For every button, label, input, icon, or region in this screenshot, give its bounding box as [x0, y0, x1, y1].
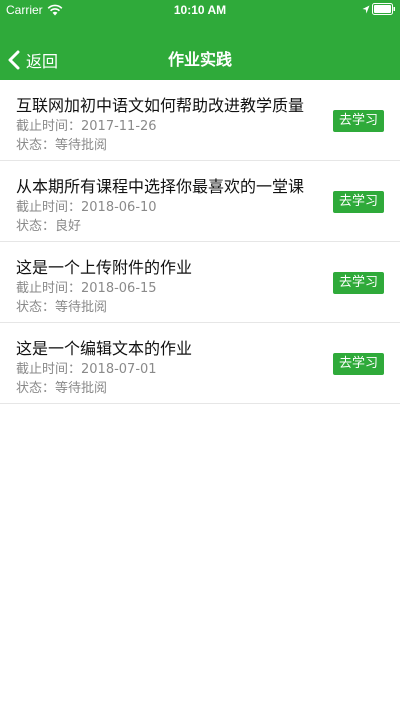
- go-study-button[interactable]: 去学习: [333, 272, 384, 294]
- homework-title: 这是一个上传附件的作业: [16, 258, 193, 277]
- battery-icon: [372, 3, 396, 18]
- go-study-button[interactable]: 去学习: [333, 110, 384, 132]
- homework-status: 状态：等待批阅: [16, 138, 108, 153]
- list-item: 从本期所有课程中选择你最喜欢的一堂课 截止时间：2018-06-10 状态：良好…: [0, 161, 400, 242]
- homework-deadline: 截止时间：2018-06-10: [16, 200, 157, 215]
- chevron-left-icon: [8, 50, 20, 70]
- homework-status: 状态：等待批阅: [16, 381, 108, 396]
- homework-title: 这是一个编辑文本的作业: [16, 339, 193, 358]
- homework-title: 从本期所有课程中选择你最喜欢的一堂课: [16, 177, 305, 196]
- app-header: Carrier 10:10 AM 返回 作业实践: [0, 0, 400, 80]
- homework-list: 互联网加初中语文如何帮助改进教学质量 截止时间：2017-11-26 状态：等待…: [0, 80, 400, 404]
- homework-deadline: 截止时间：2018-07-01: [16, 362, 157, 377]
- homework-title: 互联网加初中语文如何帮助改进教学质量: [16, 96, 305, 115]
- homework-deadline: 截止时间：2018-06-15: [16, 281, 157, 296]
- location-arrow-icon: [362, 4, 370, 18]
- clock: 10:10 AM: [173, 3, 227, 17]
- go-study-button[interactable]: 去学习: [333, 191, 384, 213]
- navigation-bar: 返回 作业实践: [0, 40, 400, 80]
- homework-deadline: 截止时间：2017-11-26: [16, 119, 157, 134]
- homework-status: 状态：良好: [16, 219, 82, 234]
- list-item: 这是一个上传附件的作业 截止时间：2018-06-15 状态：等待批阅 去学习: [0, 242, 400, 323]
- status-bar: Carrier 10:10 AM: [0, 0, 400, 20]
- back-button[interactable]: 返回: [8, 40, 58, 80]
- page-title: 作业实践: [167, 50, 232, 69]
- list-item: 互联网加初中语文如何帮助改进教学质量 截止时间：2017-11-26 状态：等待…: [0, 80, 400, 161]
- back-label: 返回: [26, 52, 59, 71]
- go-study-button[interactable]: 去学习: [333, 353, 384, 375]
- homework-status: 状态：等待批阅: [16, 300, 108, 315]
- list-item: 这是一个编辑文本的作业 截止时间：2018-07-01 状态：等待批阅 去学习: [0, 323, 400, 404]
